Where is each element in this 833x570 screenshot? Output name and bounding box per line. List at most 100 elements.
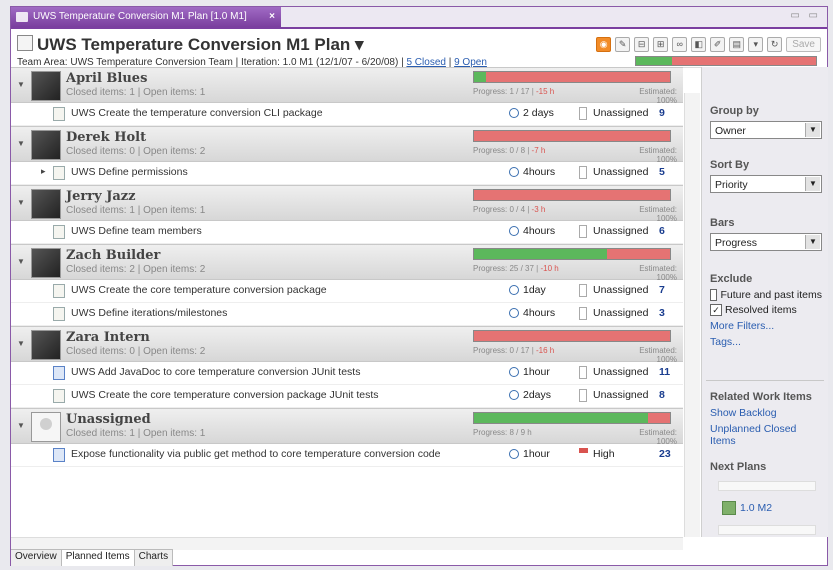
progress-label: Progress: 8 / 9 h bbox=[473, 428, 532, 437]
group-by-select[interactable]: Owner ▼ bbox=[710, 121, 822, 139]
work-item-id[interactable]: 9 bbox=[659, 107, 665, 119]
collapse-icon[interactable]: ▼ bbox=[17, 257, 25, 266]
exclude-label: Exclude bbox=[710, 273, 753, 285]
work-item-row[interactable]: UWS Define team members 4hours Unassigned 6 bbox=[11, 221, 683, 244]
work-item-row[interactable]: UWS Add JavaDoc to core temperature conv… bbox=[11, 362, 683, 385]
work-item-id[interactable]: 6 bbox=[659, 225, 665, 237]
close-icon[interactable]: × bbox=[269, 7, 275, 27]
exclude-section: Exclude Future and past items ✓ Resolved … bbox=[710, 271, 822, 352]
unplanned-closed-items-link[interactable]: Unplanned Closed Items bbox=[710, 423, 822, 447]
new-item-icon[interactable]: ✐ bbox=[710, 37, 726, 52]
page-title[interactable]: UWS Temperature Conversion M1 Plan ▾ bbox=[17, 35, 364, 55]
priority-icon bbox=[579, 284, 587, 297]
collapse-icon[interactable]: ▼ bbox=[17, 339, 25, 348]
edit-plan-icon[interactable]: ✎ bbox=[615, 37, 631, 52]
group-by-label: Group by bbox=[710, 105, 759, 117]
owner-item-counts: Closed items: 0 | Open items: 2 bbox=[66, 346, 206, 357]
progress-deficit: -15 h bbox=[536, 87, 555, 96]
work-item-priority: Unassigned bbox=[593, 107, 649, 119]
work-item-title[interactable]: UWS Create the temperature conversion CL… bbox=[71, 107, 323, 119]
work-item-title[interactable]: UWS Add JavaDoc to core temperature conv… bbox=[71, 366, 360, 378]
editor-tab-title: UWS Temperature Conversion M1 Plan [1.0 … bbox=[33, 11, 247, 22]
planned-items-list: ▼ April Blues Closed items: 1 | Open items… bbox=[11, 67, 683, 537]
owner-group-header[interactable]: ▼ April Blues Closed items: 1 | Open items… bbox=[11, 67, 683, 105]
chevron-down-icon[interactable]: ▼ bbox=[805, 235, 820, 249]
progress-deficit: -10 h bbox=[540, 264, 559, 273]
owner-group-header[interactable]: ▼ Derek Holt Closed items: 0 | Open items:… bbox=[11, 126, 683, 164]
task-icon bbox=[53, 389, 65, 403]
editor-tabbar: UWS Temperature Conversion M1 Plan [1.0 … bbox=[11, 7, 827, 29]
exclude-future-checkbox[interactable]: Future and past items bbox=[710, 289, 822, 301]
owner-group-header[interactable]: ▼ Unassigned Closed items: 1 | Open items:… bbox=[11, 408, 683, 446]
work-item-title[interactable]: UWS Define team members bbox=[71, 225, 202, 237]
work-item-title[interactable]: UWS Define permissions bbox=[71, 166, 188, 178]
work-item-priority: Unassigned bbox=[593, 284, 649, 296]
checkbox-icon[interactable] bbox=[710, 289, 718, 301]
vertical-scrollbar[interactable] bbox=[684, 93, 700, 537]
bars-select[interactable]: Progress ▼ bbox=[710, 233, 822, 251]
work-item-title[interactable]: UWS Define iterations/milestones bbox=[71, 307, 227, 319]
collapse-icon[interactable]: ▼ bbox=[17, 139, 25, 148]
exclude-resolved-checkbox[interactable]: ✓ Resolved items bbox=[710, 304, 822, 316]
refresh-icon[interactable]: ↻ bbox=[767, 37, 783, 52]
work-item-title[interactable]: Expose functionality via public get meth… bbox=[71, 448, 440, 460]
work-item-id[interactable]: 3 bbox=[659, 307, 665, 319]
expand-all-icon[interactable]: ⊞ bbox=[653, 37, 669, 52]
work-item-title[interactable]: UWS Create the core temperature conversi… bbox=[71, 284, 327, 296]
work-item-priority: Unassigned bbox=[593, 225, 649, 237]
work-item-priority: High bbox=[593, 448, 615, 460]
work-item-row[interactable]: Expose functionality via public get meth… bbox=[11, 444, 683, 467]
chevron-down-icon[interactable]: ▼ bbox=[805, 177, 820, 191]
rss-feed-icon[interactable]: ◉ bbox=[596, 37, 612, 52]
work-item-id[interactable]: 8 bbox=[659, 389, 665, 401]
show-backlog-link[interactable]: Show Backlog bbox=[710, 407, 822, 419]
owner-progress-bar bbox=[473, 412, 671, 424]
collapse-all-icon[interactable]: ⊟ bbox=[634, 37, 650, 52]
tab-charts[interactable]: Charts bbox=[134, 550, 174, 566]
owner-group-header[interactable]: ▼ Zara Intern Closed items: 0 | Open items… bbox=[11, 326, 683, 364]
work-item-row[interactable]: UWS Define iterations/milestones 4hours Un… bbox=[11, 303, 683, 326]
checkbox-icon[interactable]: ✓ bbox=[710, 304, 722, 316]
owner-progress-text: Progress: 0 / 8 | -7 h bbox=[473, 146, 545, 155]
avatar bbox=[31, 189, 61, 219]
collapse-icon[interactable]: ▼ bbox=[17, 80, 25, 89]
work-item-row[interactable]: UWS Create the core temperature conversi… bbox=[11, 385, 683, 408]
progress-deficit: -16 h bbox=[536, 346, 555, 355]
chevron-down-icon[interactable]: ▼ bbox=[805, 123, 820, 137]
sort-by-select[interactable]: Priority ▼ bbox=[710, 175, 822, 193]
next-plan-slot bbox=[718, 481, 816, 491]
related-work-items-label: Related Work Items bbox=[710, 391, 812, 403]
owner-name: Unassigned bbox=[66, 412, 151, 427]
progress-deficit: -3 h bbox=[531, 205, 546, 214]
view-mode-icon[interactable]: ∞ bbox=[672, 37, 688, 52]
expand-icon[interactable]: ▸ bbox=[41, 166, 46, 177]
work-item-title[interactable]: UWS Create the core temperature conversi… bbox=[71, 389, 379, 401]
work-item-row[interactable]: UWS Create the temperature conversion CL… bbox=[11, 103, 683, 126]
task-icon bbox=[53, 107, 65, 121]
more-filters-link[interactable]: More Filters... bbox=[710, 320, 822, 332]
dropdown-icon[interactable]: ▾ bbox=[748, 37, 764, 52]
work-item-row[interactable]: UWS Create the core temperature conversi… bbox=[11, 280, 683, 303]
toggle-sidebar-icon[interactable]: ◧ bbox=[691, 37, 707, 52]
collapse-icon[interactable]: ▼ bbox=[17, 198, 25, 207]
save-button[interactable]: Save bbox=[786, 37, 821, 52]
tags-link[interactable]: Tags... bbox=[710, 336, 822, 348]
avatar bbox=[31, 71, 61, 101]
owner-group-header[interactable]: ▼ Zach Builder Closed items: 2 | Open item… bbox=[11, 244, 683, 282]
editor-tab[interactable]: UWS Temperature Conversion M1 Plan [1.0 … bbox=[11, 7, 281, 27]
next-plan-item[interactable]: 1.0 M2 bbox=[722, 501, 772, 515]
work-item-row[interactable]: ▸ UWS Define permissions 4hours Unassigned 5 bbox=[11, 162, 683, 185]
owner-group-header[interactable]: ▼ Jerry Jazz Closed items: 1 | Open items:… bbox=[11, 185, 683, 223]
tab-planned-items[interactable]: Planned Items bbox=[61, 550, 135, 566]
collapse-icon[interactable]: ▼ bbox=[17, 421, 25, 430]
reports-icon[interactable]: ▤ bbox=[729, 37, 745, 52]
progress-label: Progress: 0 / 4 | bbox=[473, 205, 532, 214]
tab-overview[interactable]: Overview bbox=[11, 550, 62, 566]
clock-icon bbox=[509, 308, 519, 318]
work-item-id[interactable]: 11 bbox=[659, 366, 670, 378]
overall-progress-bar bbox=[635, 56, 817, 66]
window-controls-icon[interactable]: ▭ ▭ bbox=[790, 10, 821, 21]
work-item-id[interactable]: 7 bbox=[659, 284, 665, 296]
work-item-id[interactable]: 5 bbox=[659, 166, 665, 178]
work-item-id[interactable]: 23 bbox=[659, 448, 671, 460]
